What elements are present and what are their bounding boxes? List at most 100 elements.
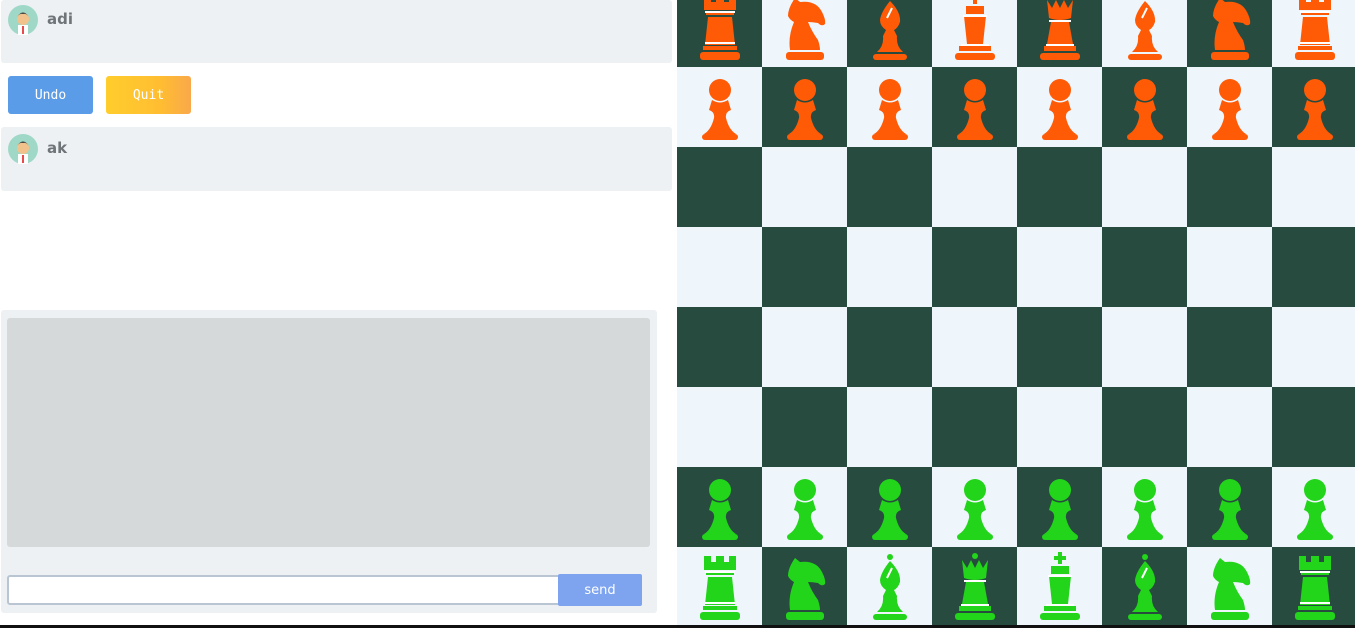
board-square[interactable] bbox=[762, 547, 847, 627]
board-square[interactable] bbox=[932, 147, 1017, 227]
top-pawn-icon[interactable] bbox=[689, 72, 751, 142]
top-knight-icon[interactable] bbox=[774, 0, 836, 62]
board-square[interactable] bbox=[847, 0, 932, 67]
board-square[interactable] bbox=[932, 307, 1017, 387]
board-square[interactable] bbox=[932, 0, 1017, 67]
board-square[interactable] bbox=[1017, 67, 1102, 147]
board-square[interactable] bbox=[1102, 0, 1187, 67]
board-square[interactable] bbox=[1272, 147, 1355, 227]
top-pawn-icon[interactable] bbox=[1284, 72, 1346, 142]
board-square[interactable] bbox=[1017, 227, 1102, 307]
board-square[interactable] bbox=[1102, 307, 1187, 387]
top-bishop-icon[interactable] bbox=[859, 0, 921, 62]
bottom-pawn-icon[interactable] bbox=[1114, 472, 1176, 542]
board-square[interactable] bbox=[932, 67, 1017, 147]
board-square[interactable] bbox=[1187, 467, 1272, 547]
board-square[interactable] bbox=[762, 147, 847, 227]
board-square[interactable] bbox=[932, 467, 1017, 547]
bottom-queen-icon[interactable] bbox=[944, 552, 1006, 622]
board-square[interactable] bbox=[847, 307, 932, 387]
top-pawn-icon[interactable] bbox=[859, 72, 921, 142]
board-square[interactable] bbox=[1102, 387, 1187, 467]
top-pawn-icon[interactable] bbox=[774, 72, 836, 142]
board-square[interactable] bbox=[932, 387, 1017, 467]
board-square[interactable] bbox=[847, 467, 932, 547]
board-square[interactable] bbox=[677, 227, 762, 307]
board-square[interactable] bbox=[1017, 307, 1102, 387]
board-square[interactable] bbox=[1272, 467, 1355, 547]
board-square[interactable] bbox=[1272, 227, 1355, 307]
top-rook-icon[interactable] bbox=[689, 0, 751, 62]
bottom-pawn-icon[interactable] bbox=[944, 472, 1006, 542]
top-pawn-icon[interactable] bbox=[1114, 72, 1176, 142]
top-pawn-icon[interactable] bbox=[1199, 72, 1261, 142]
board-square[interactable] bbox=[1272, 307, 1355, 387]
board-square[interactable] bbox=[1102, 547, 1187, 627]
board-square[interactable] bbox=[847, 147, 932, 227]
board-square[interactable] bbox=[847, 67, 932, 147]
top-knight-icon[interactable] bbox=[1199, 0, 1261, 62]
board-square[interactable] bbox=[677, 387, 762, 467]
bottom-rook-icon[interactable] bbox=[689, 552, 751, 622]
board-square[interactable] bbox=[932, 227, 1017, 307]
send-button[interactable]: send bbox=[558, 574, 642, 606]
board-square[interactable] bbox=[677, 147, 762, 227]
board-square[interactable] bbox=[677, 307, 762, 387]
board-square[interactable] bbox=[1017, 547, 1102, 627]
board-square[interactable] bbox=[1187, 147, 1272, 227]
bottom-pawn-icon[interactable] bbox=[689, 472, 751, 542]
board-square[interactable] bbox=[677, 0, 762, 67]
top-pawn-icon[interactable] bbox=[944, 72, 1006, 142]
board-square[interactable] bbox=[677, 547, 762, 627]
board-square[interactable] bbox=[1017, 467, 1102, 547]
bottom-rook-icon[interactable] bbox=[1284, 552, 1346, 622]
board-square[interactable] bbox=[1272, 67, 1355, 147]
board-square[interactable] bbox=[677, 67, 762, 147]
board-square[interactable] bbox=[1017, 147, 1102, 227]
board-square[interactable] bbox=[1102, 67, 1187, 147]
board-square[interactable] bbox=[1187, 547, 1272, 627]
bottom-pawn-icon[interactable] bbox=[1199, 472, 1261, 542]
board-square[interactable] bbox=[1187, 227, 1272, 307]
board-square[interactable] bbox=[847, 387, 932, 467]
chat-messages[interactable] bbox=[7, 318, 650, 547]
bottom-knight-icon[interactable] bbox=[774, 552, 836, 622]
board-square[interactable] bbox=[1187, 0, 1272, 67]
bottom-pawn-icon[interactable] bbox=[774, 472, 836, 542]
bottom-pawn-icon[interactable] bbox=[859, 472, 921, 542]
board-square[interactable] bbox=[762, 467, 847, 547]
quit-button[interactable]: Quit bbox=[106, 76, 191, 114]
top-queen-icon[interactable] bbox=[1029, 0, 1091, 62]
board-square[interactable] bbox=[1102, 467, 1187, 547]
top-bishop-icon[interactable] bbox=[1114, 0, 1176, 62]
board-square[interactable] bbox=[762, 387, 847, 467]
bottom-pawn-icon[interactable] bbox=[1029, 472, 1091, 542]
board-square[interactable] bbox=[762, 0, 847, 67]
board-square[interactable] bbox=[847, 227, 932, 307]
top-pawn-icon[interactable] bbox=[1029, 72, 1091, 142]
board-square[interactable] bbox=[1017, 0, 1102, 67]
bottom-bishop-icon[interactable] bbox=[1114, 552, 1176, 622]
board-square[interactable] bbox=[1187, 307, 1272, 387]
board-square[interactable] bbox=[1102, 147, 1187, 227]
board-square[interactable] bbox=[1272, 0, 1355, 67]
board-square[interactable] bbox=[1187, 67, 1272, 147]
board-square[interactable] bbox=[1187, 387, 1272, 467]
undo-button[interactable]: Undo bbox=[8, 76, 93, 114]
bottom-bishop-icon[interactable] bbox=[859, 552, 921, 622]
bottom-king-icon[interactable] bbox=[1029, 552, 1091, 622]
board-square[interactable] bbox=[1272, 547, 1355, 627]
chat-input[interactable] bbox=[7, 575, 564, 605]
board-square[interactable] bbox=[1102, 227, 1187, 307]
board-square[interactable] bbox=[847, 547, 932, 627]
bottom-knight-icon[interactable] bbox=[1199, 552, 1261, 622]
board-square[interactable] bbox=[762, 67, 847, 147]
board-square[interactable] bbox=[1272, 387, 1355, 467]
board-square[interactable] bbox=[932, 547, 1017, 627]
board-square[interactable] bbox=[762, 227, 847, 307]
top-king-icon[interactable] bbox=[944, 0, 1006, 62]
top-rook-icon[interactable] bbox=[1284, 0, 1346, 62]
board-square[interactable] bbox=[762, 307, 847, 387]
board-square[interactable] bbox=[1017, 387, 1102, 467]
bottom-pawn-icon[interactable] bbox=[1284, 472, 1346, 542]
